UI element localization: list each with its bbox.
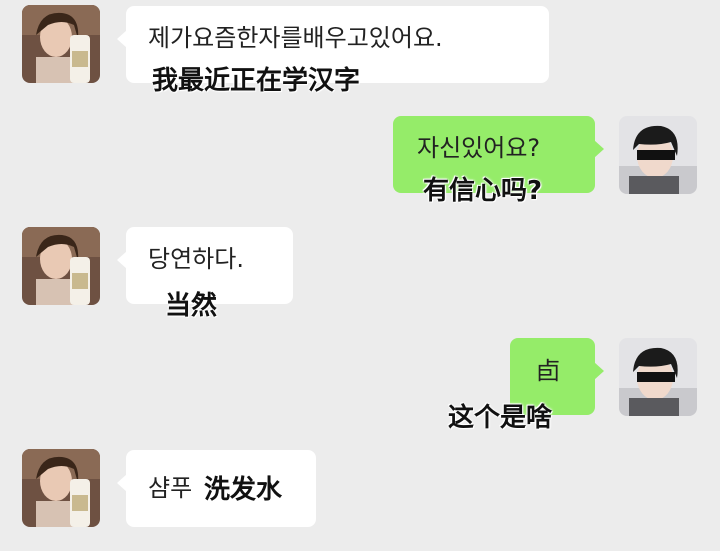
girl-avatar[interactable]: [22, 449, 100, 527]
girl-avatar-image: [22, 5, 100, 83]
caption-overlay: 当然: [165, 291, 218, 321]
caption-overlay: 这个是啥: [448, 403, 553, 433]
bubble-tail: [594, 362, 604, 380]
girl-avatar[interactable]: [22, 227, 100, 305]
message-text: 卣: [536, 357, 560, 385]
caption-overlay: 洗发水: [204, 475, 283, 505]
message-text: 자신있어요?: [417, 134, 541, 162]
bubble-tail: [594, 140, 604, 158]
bubble-tail: [117, 474, 127, 492]
message-text: 당연하다.: [148, 245, 244, 273]
girl-avatar-image: [22, 227, 100, 305]
bubble-tail: [117, 30, 127, 48]
caption-overlay: 我最近正在学汉字: [152, 66, 361, 96]
caption-overlay: 有信心吗?: [423, 176, 543, 206]
message-text: 샴푸: [148, 474, 193, 502]
boy-avatar[interactable]: [619, 116, 697, 194]
boy-avatar-image: [619, 116, 697, 194]
girl-avatar-image: [22, 449, 100, 527]
girl-avatar[interactable]: [22, 5, 100, 83]
message-text: 제가요즘한자를배우고있어요.: [148, 24, 443, 52]
bubble-tail: [117, 251, 127, 269]
boy-avatar[interactable]: [619, 338, 697, 416]
boy-avatar-image: [619, 338, 697, 416]
